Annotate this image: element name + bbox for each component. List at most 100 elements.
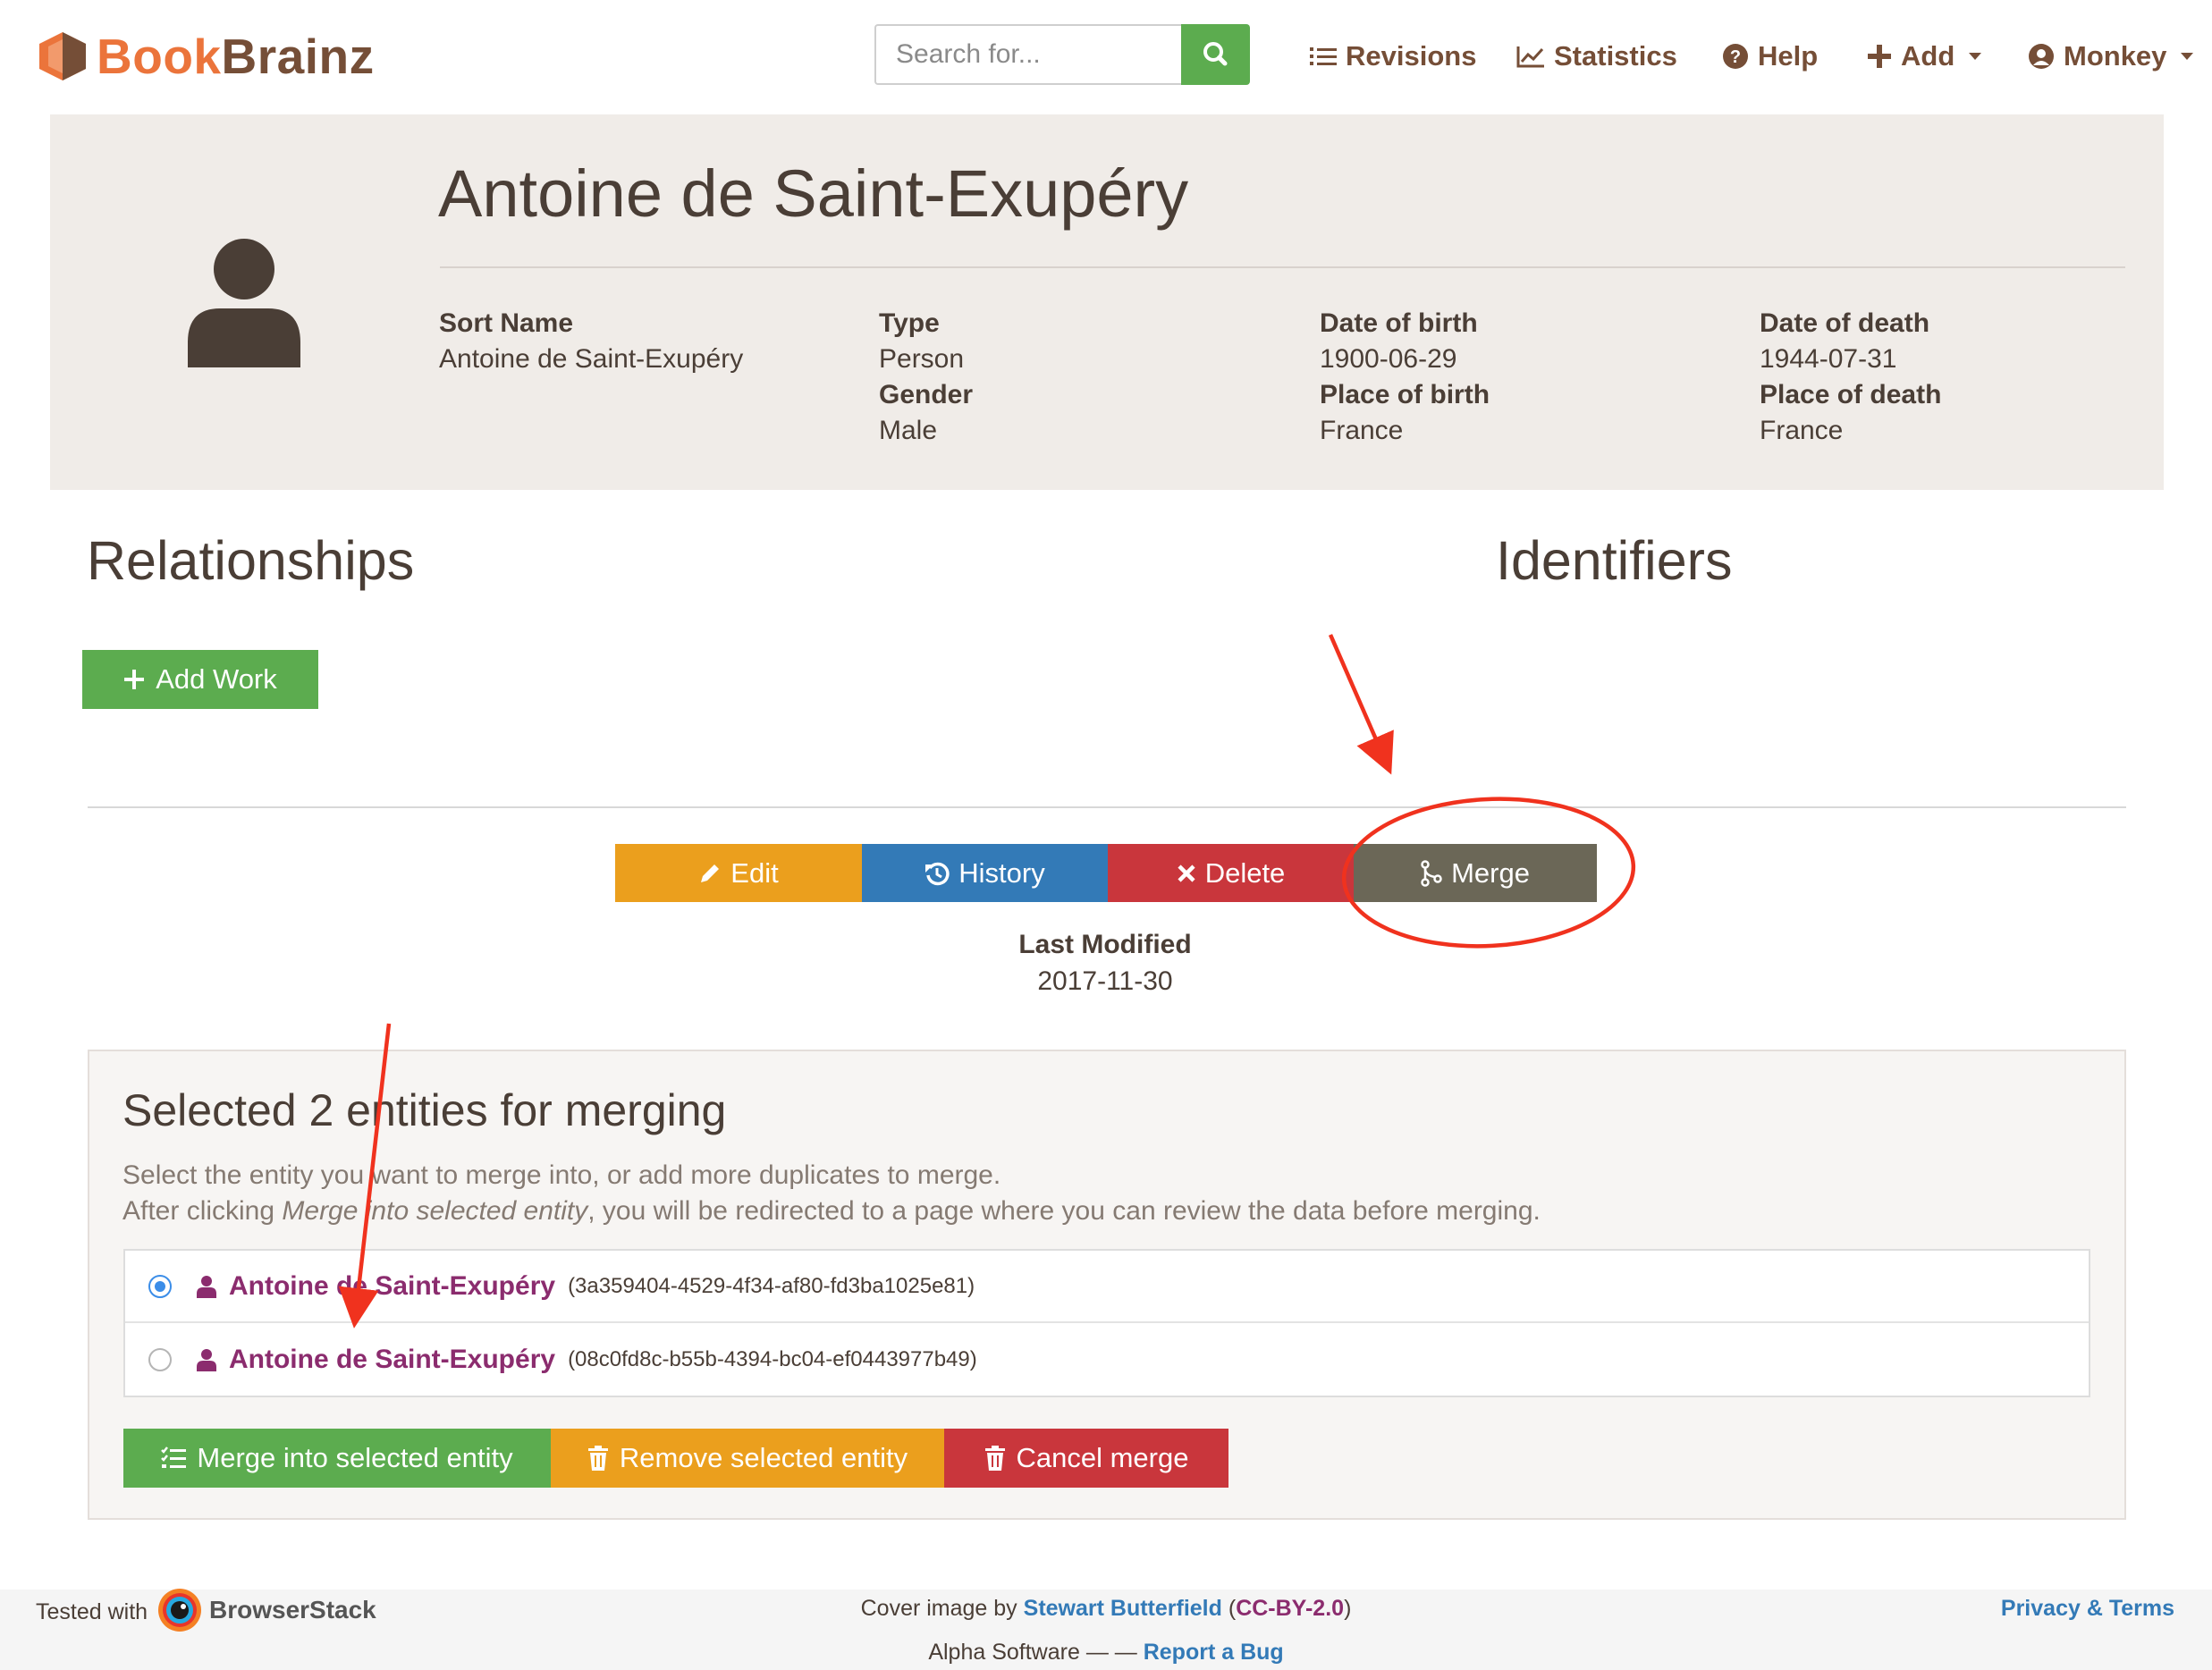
nav-revisions-label: Revisions xyxy=(1346,40,1477,72)
add-work-button[interactable]: Add Work xyxy=(82,650,318,709)
report-bug-link[interactable]: Report a Bug xyxy=(1144,1640,1284,1665)
list-item[interactable]: Antoine de Saint-Exupéry (08c0fd8c-b55b-… xyxy=(148,1323,977,1396)
privacy-terms-link[interactable]: Privacy & Terms xyxy=(2001,1593,2174,1624)
merge-button[interactable]: Merge xyxy=(1354,844,1597,902)
user-icon xyxy=(197,1349,216,1371)
pob-value: France xyxy=(1320,416,1404,445)
entity-radio[interactable] xyxy=(148,1348,172,1371)
nav-user-label: Monkey xyxy=(2064,40,2167,72)
logo-hexagon-icon[interactable] xyxy=(38,30,88,82)
merge-desc-post: , you will be redirected to a page where… xyxy=(587,1196,1541,1226)
merge-into-selected-button[interactable]: Merge into selected entity xyxy=(123,1429,551,1488)
last-modified-value: 2017-11-30 xyxy=(1037,966,1173,996)
alpha-text: Alpha Software — — xyxy=(928,1640,1144,1665)
edit-button[interactable]: Edit xyxy=(615,844,862,902)
nav-statistics[interactable]: Statistics xyxy=(1516,34,1677,79)
plus-icon xyxy=(124,670,145,689)
search-button[interactable] xyxy=(1181,24,1250,85)
list-item[interactable]: Antoine de Saint-Exupéry (3a359404-4529-… xyxy=(148,1250,975,1323)
merge-desc-line2: After clicking Merge into selected entit… xyxy=(122,1193,1541,1229)
history-button[interactable]: History xyxy=(862,844,1108,902)
nav-help-label: Help xyxy=(1758,40,1819,72)
add-work-label: Add Work xyxy=(156,663,277,695)
gender-value: Male xyxy=(879,416,938,445)
cover-author-link[interactable]: Stewart Butterfield xyxy=(1024,1596,1222,1621)
svg-text:?: ? xyxy=(1730,47,1741,67)
cover-pre: Cover image by xyxy=(860,1596,1024,1621)
entity-link[interactable]: Antoine de Saint-Exupéry xyxy=(229,1271,555,1302)
search-input[interactable] xyxy=(874,24,1182,85)
cover-license-link[interactable]: CC-BY-2.0 xyxy=(1236,1596,1344,1621)
privacy-terms-label: Privacy & Terms xyxy=(2000,1596,2174,1621)
brand-logo[interactable]: BookBrainz xyxy=(97,25,375,88)
history-label: History xyxy=(958,856,1045,889)
page-title: Antoine de Saint-Exupéry xyxy=(438,156,1189,231)
history-icon xyxy=(925,862,950,885)
cover-credit: Cover image by Stewart Butterfield (CC-B… xyxy=(0,1593,2212,1624)
dob-label: Date of birth xyxy=(1320,308,1478,338)
pob-label: Place of birth xyxy=(1320,380,1490,409)
merge-desc-em: Merge into selected entity xyxy=(282,1196,588,1226)
merge-desc-line1: Select the entity you want to merge into… xyxy=(122,1160,1001,1190)
pod-label: Place of death xyxy=(1760,380,1942,409)
dob-value: 1900-06-29 xyxy=(1320,344,1457,374)
merge-desc-pre: After clicking xyxy=(122,1196,283,1226)
nav-statistics-label: Statistics xyxy=(1554,40,1677,72)
nav-add-dropdown[interactable]: Add xyxy=(1867,34,1982,79)
nav-add-label: Add xyxy=(1901,40,1955,72)
user-icon xyxy=(197,1276,216,1298)
chevron-down-icon xyxy=(1969,53,1982,60)
dod-value: 1944-07-31 xyxy=(1760,344,1897,374)
delete-button[interactable]: Delete xyxy=(1108,844,1354,902)
search-icon xyxy=(1203,42,1228,66)
user-icon xyxy=(188,237,300,367)
user-circle-icon xyxy=(2029,44,2054,69)
remove-selected-button[interactable]: Remove selected entity xyxy=(551,1429,944,1488)
cover-close: ) xyxy=(1344,1596,1352,1621)
chevron-down-icon xyxy=(2181,53,2194,60)
search-form xyxy=(874,24,1250,85)
nav-user-dropdown[interactable]: Monkey xyxy=(2028,34,2194,79)
list-icon xyxy=(1310,47,1337,65)
pencil-icon xyxy=(701,864,720,882)
question-circle-icon: ? xyxy=(1723,44,1748,69)
delete-label: Delete xyxy=(1204,856,1286,889)
brand-part2: Brainz xyxy=(221,29,375,84)
type-label: Type xyxy=(879,308,940,338)
entity-radio-selected[interactable] xyxy=(148,1275,172,1298)
merge-into-selected-label: Merge into selected entity xyxy=(197,1442,513,1473)
entity-link[interactable]: Antoine de Saint-Exupéry xyxy=(229,1345,555,1375)
last-modified-label: Last Modified xyxy=(1018,930,1192,959)
section-divider xyxy=(88,806,2126,808)
dod-label: Date of death xyxy=(1760,308,1930,338)
annotation-arrow-merge xyxy=(1328,634,1394,775)
tasks-icon xyxy=(161,1446,187,1468)
cancel-merge-label: Cancel merge xyxy=(1016,1442,1189,1473)
merge-panel-description: Select the entity you want to merge into… xyxy=(122,1158,1541,1229)
title-divider xyxy=(440,266,2125,268)
cancel-merge-button[interactable]: Cancel merge xyxy=(944,1429,1228,1488)
plus-icon xyxy=(1868,45,1891,68)
type-value: Person xyxy=(879,344,965,374)
code-fork-icon xyxy=(1421,859,1442,887)
nav-revisions[interactable]: Revisions xyxy=(1310,34,1476,79)
entity-bbid: (3a359404-4529-4f34-af80-fd3ba1025e81) xyxy=(568,1274,975,1298)
relationships-heading: Relationships xyxy=(87,530,415,591)
nav-help[interactable]: ? Help xyxy=(1722,34,1818,79)
line-chart-icon xyxy=(1516,46,1544,68)
merge-panel-title: Selected 2 entities for merging xyxy=(122,1085,727,1135)
gender-label: Gender xyxy=(879,380,974,409)
brand-part1: Book xyxy=(97,29,222,84)
sort-name-value: Antoine de Saint-Exupéry xyxy=(439,344,744,374)
cover-open: ( xyxy=(1221,1596,1237,1621)
alpha-line: Alpha Software — — Report a Bug xyxy=(0,1637,2212,1667)
entity-bbid: (08c0fd8c-b55b-4394-bc04-ef0443977b49) xyxy=(568,1347,977,1371)
remove-selected-label: Remove selected entity xyxy=(619,1442,908,1473)
trash-icon xyxy=(587,1446,608,1471)
trash-icon xyxy=(984,1446,1005,1471)
edit-label: Edit xyxy=(730,856,779,889)
identifiers-heading: Identifiers xyxy=(1496,530,1733,591)
pod-value: France xyxy=(1760,416,1844,445)
sort-name-label: Sort Name xyxy=(439,308,574,338)
merge-label: Merge xyxy=(1451,856,1530,889)
